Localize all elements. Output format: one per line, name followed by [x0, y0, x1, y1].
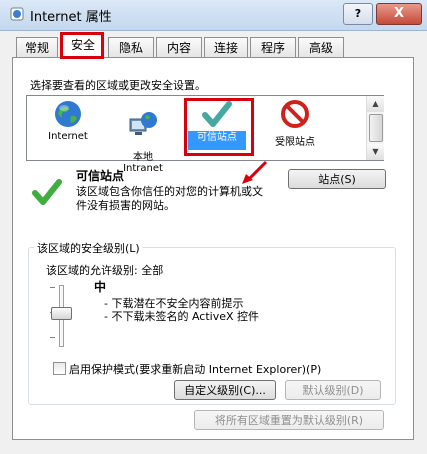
intranet-icon [129, 112, 157, 135]
tab-general[interactable]: 常规 [16, 37, 58, 58]
window-title: Internet 属性 [30, 10, 112, 25]
tab-content[interactable]: 内容 [156, 37, 202, 58]
level-bullet: - 不下载未签名的 ActiveX 控件 [104, 310, 260, 323]
slider-tick [50, 287, 55, 288]
scroll-down-icon[interactable]: ▼ [367, 144, 384, 160]
sites-button[interactable]: 站点(S) [288, 169, 386, 189]
tab-highlight-box [60, 32, 104, 59]
forbidden-icon [281, 100, 309, 128]
zone-instruction: 选择要查看的区域或更改安全设置。 [30, 79, 206, 92]
security-slider-thumb[interactable] [51, 307, 72, 320]
red-arrow-icon [242, 160, 268, 184]
tab-connections[interactable]: 连接 [204, 37, 248, 58]
slider-tick [50, 337, 55, 338]
zone-label: 受限站点 [275, 137, 315, 148]
internet-options-icon [10, 7, 24, 21]
default-level-button[interactable]: 默认级别(D) [285, 380, 381, 400]
zone-restricted-sites[interactable]: 受限站点 [264, 99, 326, 148]
help-button[interactable]: ? [343, 3, 373, 25]
security-level-label: 该区域的安全级别(L) [34, 240, 143, 256]
zone-label: 本地 Intranet [123, 152, 163, 174]
zone-label: Internet [48, 131, 88, 142]
tab-advanced[interactable]: 高级 [298, 37, 344, 58]
globe-icon [55, 101, 81, 127]
zone-detail-description: 该区域包含你信任的对您的计算机或文件没有损害的网站。 [76, 185, 263, 212]
scroll-up-icon[interactable]: ▲ [367, 96, 384, 112]
tab-programs[interactable]: 程序 [250, 37, 296, 58]
level-name: 中 [94, 280, 107, 294]
reset-all-zones-button[interactable]: 将所有区域重置为默认级别(R) [194, 410, 384, 430]
allowed-levels-text: 该区域的允许级别: 全部 [46, 264, 164, 277]
scroll-thumb[interactable] [369, 114, 383, 142]
trusted-zone-highlight-box [184, 98, 254, 156]
tab-privacy[interactable]: 隐私 [108, 37, 154, 58]
zone-scrollbar[interactable]: ▲ ▼ [366, 96, 384, 160]
zone-local-intranet[interactable]: 本地 Intranet [112, 98, 174, 174]
zone-internet[interactable]: Internet [38, 99, 98, 142]
protected-mode-checkbox[interactable] [53, 362, 66, 375]
protected-mode-label: 启用保护模式(要求重新启动 Internet Explorer)(P) [69, 363, 322, 376]
zone-detail-title: 可信站点 [76, 169, 125, 183]
custom-level-button[interactable]: 自定义级别(C)... [174, 380, 276, 400]
close-button[interactable]: X [376, 3, 422, 25]
checkmark-icon [32, 179, 62, 205]
